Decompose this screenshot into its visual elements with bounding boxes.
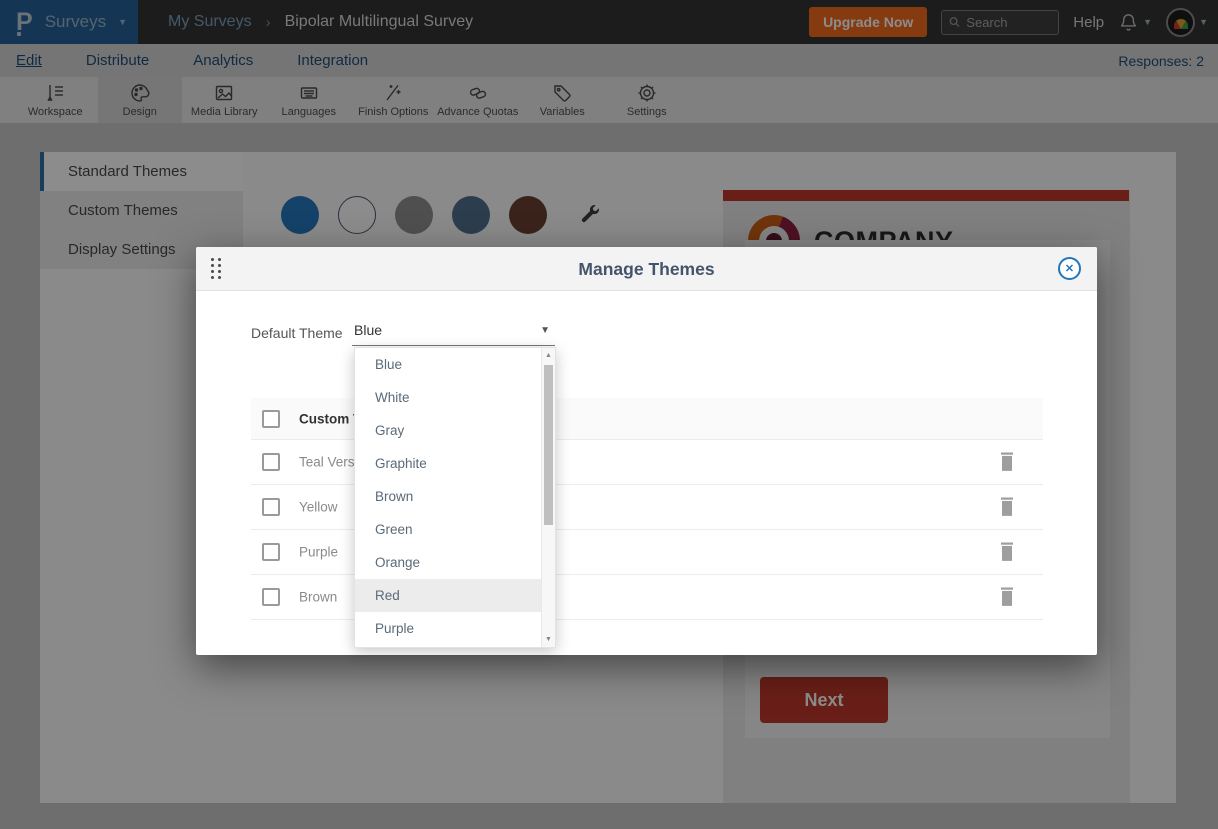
dropdown-option-white[interactable]: White xyxy=(355,381,541,414)
theme-name: Brown xyxy=(299,590,337,605)
manage-themes-modal: Manage Themes ✕ Default Theme Blue ▼ Cus… xyxy=(196,247,1097,655)
modal-title: Manage Themes xyxy=(196,247,1097,291)
trash-icon[interactable] xyxy=(999,543,1015,562)
dropdown-option-red[interactable]: Red xyxy=(355,579,541,612)
default-theme-select[interactable]: Blue ▼ xyxy=(352,316,555,346)
row-checkbox[interactable] xyxy=(262,543,280,561)
dropdown-option-purple[interactable]: Purple xyxy=(355,612,541,645)
modal-header: Manage Themes ✕ xyxy=(196,247,1097,291)
trash-icon[interactable] xyxy=(999,588,1015,607)
theme-name: Purple xyxy=(299,545,338,560)
trash-icon[interactable] xyxy=(999,453,1015,472)
select-all-checkbox[interactable] xyxy=(262,410,280,428)
default-theme-label: Default Theme xyxy=(251,325,343,341)
dropdown-option-green[interactable]: Green xyxy=(355,513,541,546)
questionpro-app: P Surveys ▼ My Surveys › Bipolar Multili… xyxy=(0,0,1218,829)
dropdown-option-graphite[interactable]: Graphite xyxy=(355,447,541,480)
row-checkbox[interactable] xyxy=(262,498,280,516)
dropdown-option-gray[interactable]: Gray xyxy=(355,414,541,447)
dropdown-options: Blue White Gray Graphite Brown Green Ora… xyxy=(355,348,541,647)
scroll-up-icon[interactable]: ▲ xyxy=(542,352,555,359)
default-theme-dropdown: Blue White Gray Graphite Brown Green Ora… xyxy=(354,347,556,648)
scroll-down-icon[interactable]: ▼ xyxy=(542,636,555,643)
row-checkbox[interactable] xyxy=(262,453,280,471)
chevron-down-icon: ▼ xyxy=(540,325,550,336)
dropdown-scrollbar[interactable]: ▲ ▼ xyxy=(541,348,555,647)
theme-name: Yellow xyxy=(299,500,338,515)
close-icon[interactable]: ✕ xyxy=(1058,257,1081,280)
dropdown-option-blue[interactable]: Blue xyxy=(355,348,541,381)
row-checkbox[interactable] xyxy=(262,588,280,606)
dropdown-option-orange[interactable]: Orange xyxy=(355,546,541,579)
default-theme-value: Blue xyxy=(354,322,382,338)
dropdown-option-brown[interactable]: Brown xyxy=(355,480,541,513)
scrollbar-thumb[interactable] xyxy=(544,365,553,525)
trash-icon[interactable] xyxy=(999,498,1015,517)
